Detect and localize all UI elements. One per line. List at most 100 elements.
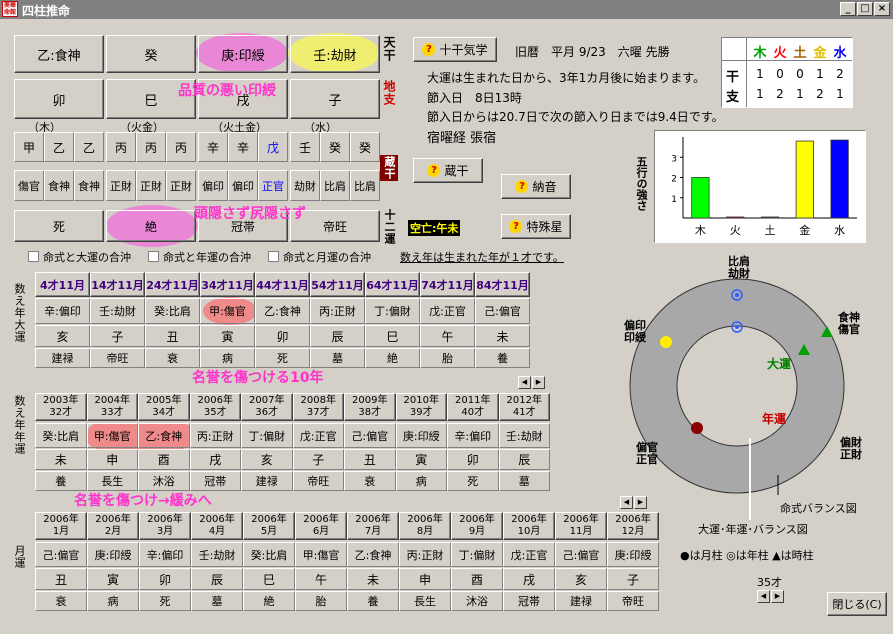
tokushusei-button[interactable]: ? 特殊星 [501, 214, 571, 239]
taiun-branch-7[interactable]: 午 [420, 325, 475, 347]
getsuun-branch-10[interactable]: 亥 [555, 568, 607, 590]
getsuun-stem-7[interactable]: 丙:正財 [399, 542, 451, 567]
getsuun-month-0[interactable]: 2006年 1月 [35, 512, 87, 540]
taiun-juuni-6[interactable]: 絶 [365, 348, 420, 368]
stem-pillar-2[interactable]: 庚:印綬 [198, 35, 288, 73]
taiun-branch-6[interactable]: 巳 [365, 325, 420, 347]
taiun-stem-1[interactable]: 壬:劫財 [90, 298, 145, 324]
zokan-3-2[interactable]: 癸 [350, 132, 380, 162]
nenun-branch-6[interactable]: 丑 [344, 449, 396, 470]
getsuun-month-4[interactable]: 2006年 5月 [243, 512, 295, 540]
getsuun-month-6[interactable]: 2006年 7月 [347, 512, 399, 540]
nenun-stem-8[interactable]: 辛:偏印 [447, 423, 499, 448]
zokan-0-2[interactable]: 乙 [74, 132, 104, 162]
taiun-juuni-4[interactable]: 死 [255, 348, 310, 368]
taiun-age-5[interactable]: 54才11月 [310, 272, 365, 297]
taiun-stem-3[interactable]: 甲:傷官 [200, 298, 255, 324]
nenun-year-3[interactable]: 2006年 35才 [189, 393, 241, 421]
juuni-pillar-0[interactable]: 死 [14, 210, 104, 242]
nenun-stem-0[interactable]: 癸:比肩 [35, 423, 87, 448]
tsuhen-3-1[interactable]: 比肩 [320, 170, 350, 201]
taiun-branch-2[interactable]: 丑 [145, 325, 200, 347]
zokan-0-1[interactable]: 乙 [44, 132, 74, 162]
getsuun-branch-7[interactable]: 申 [399, 568, 451, 590]
zokan-3-1[interactable]: 癸 [320, 132, 350, 162]
taiun-juuni-0[interactable]: 建禄 [35, 348, 90, 368]
getsuun-branch-2[interactable]: 卯 [139, 568, 191, 590]
nenun-year-0[interactable]: 2003年 32才 [35, 393, 87, 421]
taiun-age-8[interactable]: 84才11月 [475, 272, 530, 297]
tsuhen-1-0[interactable]: 正財 [106, 170, 136, 201]
getsuun-month-9[interactable]: 2006年 10月 [503, 512, 555, 540]
nenun-year-8[interactable]: 2011年 40才 [447, 393, 499, 421]
taiun-age-2[interactable]: 24才11月 [145, 272, 200, 297]
getsuun-branch-0[interactable]: 丑 [35, 568, 87, 590]
age-prev-button[interactable]: ◀ [757, 590, 770, 603]
getsuun-month-10[interactable]: 2006年 11月 [555, 512, 607, 540]
stem-pillar-1[interactable]: 癸 [106, 35, 196, 73]
tsuhen-2-2[interactable]: 正官 [258, 170, 288, 201]
getsuun-month-7[interactable]: 2006年 8月 [399, 512, 451, 540]
tsuhen-1-2[interactable]: 正財 [166, 170, 196, 201]
nenun-stem-5[interactable]: 戊:正官 [292, 423, 344, 448]
nenun-branch-8[interactable]: 卯 [447, 449, 499, 470]
taiun-stem-2[interactable]: 癸:比肩 [145, 298, 200, 324]
taiun-juuni-5[interactable]: 墓 [310, 348, 365, 368]
taiun-branch-4[interactable]: 卯 [255, 325, 310, 347]
nenun-stem-1[interactable]: 甲:傷官 [86, 423, 138, 448]
getsuun-branch-9[interactable]: 戌 [503, 568, 555, 590]
taiun-branch-5[interactable]: 辰 [310, 325, 365, 347]
getsuun-branch-8[interactable]: 酉 [451, 568, 503, 590]
getsuun-stem-3[interactable]: 壬:劫財 [191, 542, 243, 567]
getsuun-juuni-2[interactable]: 死 [139, 591, 191, 611]
nenun-branch-9[interactable]: 辰 [498, 449, 550, 470]
checkbox-taiun[interactable] [28, 251, 39, 262]
nenun-year-5[interactable]: 2008年 37才 [292, 393, 344, 421]
getsuun-juuni-1[interactable]: 病 [87, 591, 139, 611]
taiun-stem-4[interactable]: 乙:食神 [255, 298, 310, 324]
getsuun-month-5[interactable]: 2006年 6月 [295, 512, 347, 540]
getsuun-juuni-3[interactable]: 墓 [191, 591, 243, 611]
nenun-branch-2[interactable]: 酉 [138, 449, 190, 470]
taiun-stem-0[interactable]: 辛:偏印 [35, 298, 90, 324]
taiun-stem-5[interactable]: 丙:正財 [310, 298, 365, 324]
stem-pillar-0[interactable]: 乙:食神 [14, 35, 104, 73]
getsuun-stem-9[interactable]: 戊:正官 [503, 542, 555, 567]
nenun-branch-1[interactable]: 申 [86, 449, 138, 470]
getsuun-branch-3[interactable]: 辰 [191, 568, 243, 590]
taiun-age-4[interactable]: 44才11月 [255, 272, 310, 297]
zokan-1-1[interactable]: 丙 [136, 132, 166, 162]
juuni-pillar-1[interactable]: 絶 [106, 210, 196, 242]
getsuun-juuni-7[interactable]: 長生 [399, 591, 451, 611]
nenun-branch-5[interactable]: 子 [292, 449, 344, 470]
nenun-branch-4[interactable]: 亥 [241, 449, 293, 470]
taiun-juuni-7[interactable]: 胎 [420, 348, 475, 368]
getsuun-month-8[interactable]: 2006年 9月 [451, 512, 503, 540]
nenun-juuni-7[interactable]: 病 [395, 471, 447, 491]
taiun-branch-0[interactable]: 亥 [35, 325, 90, 347]
getsuun-month-2[interactable]: 2006年 3月 [139, 512, 191, 540]
taiun-age-1[interactable]: 14才11月 [90, 272, 145, 297]
getsuun-juuni-8[interactable]: 沐浴 [451, 591, 503, 611]
tsuhen-0-0[interactable]: 傷官 [14, 170, 44, 201]
taiun-next-button[interactable]: ▶ [532, 376, 545, 389]
nenun-year-4[interactable]: 2007年 36才 [241, 393, 293, 421]
tsuhen-1-1[interactable]: 正財 [136, 170, 166, 201]
taiun-juuni-1[interactable]: 帝旺 [90, 348, 145, 368]
taiun-age-6[interactable]: 64才11月 [365, 272, 420, 297]
checkbox-nenun[interactable] [148, 251, 159, 262]
nenun-stem-2[interactable]: 乙:食神 [138, 423, 190, 448]
nacchin-button[interactable]: ? 納音 [501, 174, 571, 199]
getsuun-stem-0[interactable]: 己:偏官 [35, 542, 87, 567]
getsuun-branch-1[interactable]: 寅 [87, 568, 139, 590]
taiun-juuni-2[interactable]: 衰 [145, 348, 200, 368]
taiun-branch-8[interactable]: 未 [475, 325, 530, 347]
getsuun-stem-8[interactable]: 丁:偏財 [451, 542, 503, 567]
age-next-button[interactable]: ▶ [771, 590, 784, 603]
nenun-year-9[interactable]: 2012年 41才 [498, 393, 550, 421]
taiun-age-7[interactable]: 74才11月 [420, 272, 475, 297]
nenun-juuni-9[interactable]: 墓 [498, 471, 550, 491]
nenun-stem-7[interactable]: 庚:印綬 [395, 423, 447, 448]
nenun-year-6[interactable]: 2009年 38才 [344, 393, 396, 421]
nenun-stem-6[interactable]: 己:偏官 [344, 423, 396, 448]
